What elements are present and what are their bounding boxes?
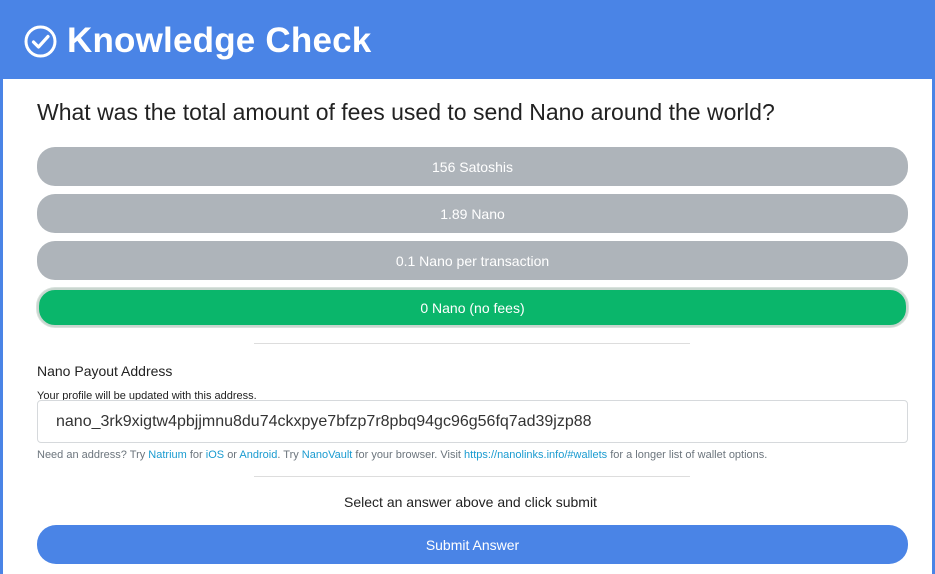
page-title: Knowledge Check — [67, 21, 372, 60]
answer-option-4-selected[interactable]: 0 Nano (no fees) — [37, 288, 908, 327]
answer-option-3[interactable]: 0.1 Nano per transaction — [37, 241, 908, 280]
knowledge-check-card: Knowledge Check What was the total amoun… — [0, 0, 935, 574]
nanovault-link[interactable]: NanoVault — [302, 449, 353, 461]
divider — [254, 476, 690, 477]
answer-option-2[interactable]: 1.89 Nano — [37, 194, 908, 233]
header-bar: Knowledge Check — [3, 3, 932, 79]
nanolinks-link[interactable]: https://nanolinks.info/#wallets — [464, 449, 607, 461]
ios-link[interactable]: iOS — [206, 449, 224, 461]
natrium-link[interactable]: Natrium — [148, 449, 187, 461]
answer-options: 156 Satoshis 1.89 Nano 0.1 Nano per tran… — [37, 147, 908, 335]
answer-option-1[interactable]: 156 Satoshis — [37, 147, 908, 186]
wallet-help-text: Need an address? Try Natrium for iOS or … — [37, 449, 768, 461]
payout-address-label: Nano Payout Address — [37, 363, 173, 379]
payout-address-input[interactable] — [37, 400, 908, 443]
android-link[interactable]: Android — [239, 449, 277, 461]
status-message: Select an answer above and click submit — [344, 494, 597, 510]
question-text: What was the total amount of fees used t… — [37, 99, 775, 125]
check-circle-icon — [24, 25, 57, 58]
submit-answer-button[interactable]: Submit Answer — [37, 525, 908, 564]
divider — [254, 343, 690, 344]
